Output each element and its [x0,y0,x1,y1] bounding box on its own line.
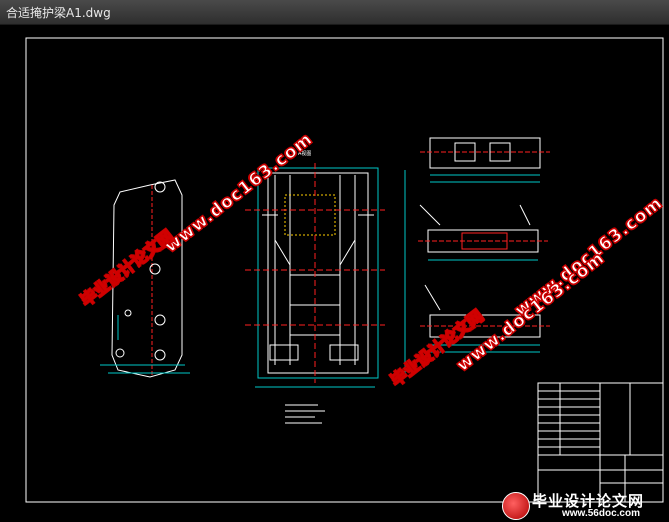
brand-logo: 毕业设计论文网 www.56doc.com [502,490,668,520]
brand-site: www.56doc.com [562,508,640,519]
brand-emblem-icon [502,492,530,520]
front-view [245,163,406,388]
drawing-canvas[interactable]: A视图 www.doc163.com 毕业设计论文网 www.doc163.co… [0,25,669,522]
section-view-middle [418,204,548,261]
section-view-top [420,137,550,183]
window-titlebar[interactable]: 合适掩护梁A1.dwg [0,0,669,25]
technical-notes [285,404,325,424]
title-block [537,382,664,503]
window-title: 合适掩护梁A1.dwg [6,6,111,20]
